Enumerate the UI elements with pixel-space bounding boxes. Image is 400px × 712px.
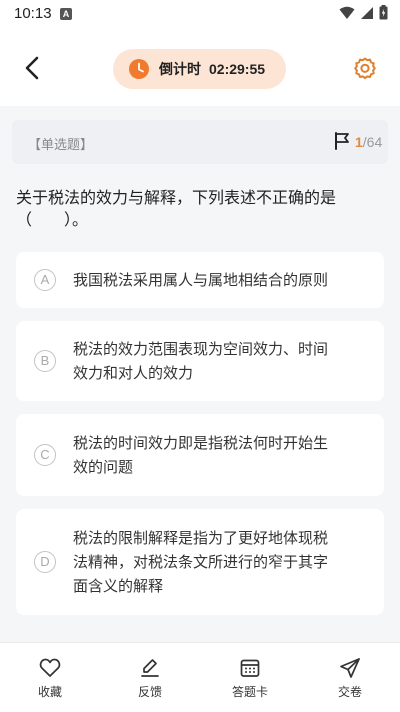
option-letter: D xyxy=(34,551,56,573)
feedback-button[interactable]: 反馈 xyxy=(100,643,200,712)
wifi-icon xyxy=(339,6,355,19)
question-progress: 1/64 xyxy=(355,134,382,150)
question-stem: 关于税法的效力与解释，下列表述不正确的是 （ ）。 xyxy=(16,187,384,231)
option-text: 税法的时间效力即是指税法何时开始生 效的问题 xyxy=(73,431,368,479)
option-text: 税法的效力范围表现为空间效力、时间 效力和对人的效力 xyxy=(73,337,368,385)
timer-label: 倒计时 xyxy=(159,62,201,78)
submit-label: 交卷 xyxy=(337,685,362,699)
option-text-line: 效的问题 xyxy=(73,458,134,476)
favorite-label: 收藏 xyxy=(37,685,62,699)
option-text-line: 效力和对人的效力 xyxy=(73,364,194,382)
option-text: 税法的限制解释是指为了更好地体现税 法精神，对税法条文所进行的窄于其字 面含义的… xyxy=(73,526,368,598)
calendar-grid-icon xyxy=(240,659,260,677)
option-text-line: 面含义的解释 xyxy=(73,577,164,595)
option-letter: C xyxy=(34,444,56,466)
gear-icon[interactable] xyxy=(352,56,378,82)
option-a[interactable]: A 我国税法采用属人与属地相结合的原则 xyxy=(16,252,384,308)
option-c[interactable]: C 税法的时间效力即是指税法何时开始生 效的问题 xyxy=(16,414,384,496)
status-bar: 10:13 A xyxy=(0,0,400,30)
signal-icon xyxy=(361,6,373,19)
timer-value: 02:29:55 xyxy=(209,61,266,77)
send-icon xyxy=(340,658,360,678)
pencil-icon xyxy=(141,659,159,677)
bottom-toolbar: 收藏 反馈 答题卡 交卷 xyxy=(0,642,400,712)
answer-sheet-label: 答题卡 xyxy=(231,685,268,699)
favorite-button[interactable]: 收藏 xyxy=(0,643,100,712)
countdown-timer: 倒计时 02:29:55 xyxy=(113,49,286,89)
status-time: 10:13 xyxy=(14,5,52,22)
option-letter: A xyxy=(34,269,56,291)
question-stem-line: 关于税法的效力与解释，下列表述不正确的是 xyxy=(16,188,337,207)
flag-icon[interactable] xyxy=(334,132,350,150)
status-indicators xyxy=(339,5,388,20)
submit-button[interactable]: 交卷 xyxy=(300,643,400,712)
back-arrow-icon[interactable] xyxy=(18,54,46,82)
option-d[interactable]: D 税法的限制解释是指为了更好地体现税 法精神，对税法条文所进行的窄于其字 面含… xyxy=(16,509,384,615)
answer-sheet-button[interactable]: 答题卡 xyxy=(200,643,300,712)
battery-icon xyxy=(379,5,388,20)
question-stem-line: （ ）。 xyxy=(16,210,89,229)
option-text-line: 法精神，对税法条文所进行的窄于其字 xyxy=(73,553,329,571)
feedback-label: 反馈 xyxy=(137,685,162,699)
option-text-line: 税法的效力范围表现为空间效力、时间 xyxy=(73,340,329,358)
current-question-number: 1 xyxy=(355,134,363,150)
option-text: 我国税法采用属人与属地相结合的原则 xyxy=(73,268,368,292)
option-letter: B xyxy=(34,350,56,372)
question-type: 【单选题】 xyxy=(28,138,94,153)
option-b[interactable]: B 税法的效力范围表现为空间效力、时间 效力和对人的效力 xyxy=(16,321,384,401)
option-text-line: 税法的时间效力即是指税法何时开始生 xyxy=(73,434,329,452)
question-info-bar: 【单选题】 1/64 xyxy=(12,120,388,164)
notification-icon: A xyxy=(60,8,72,20)
heart-icon xyxy=(39,658,61,677)
option-text-line: 税法的限制解释是指为了更好地体现税 xyxy=(73,529,329,547)
option-text-line: 我国税法采用属人与属地相结合的原则 xyxy=(73,271,329,289)
clock-icon xyxy=(129,59,149,79)
header: 倒计时 02:29:55 xyxy=(0,30,400,106)
total-questions: /64 xyxy=(362,134,383,150)
